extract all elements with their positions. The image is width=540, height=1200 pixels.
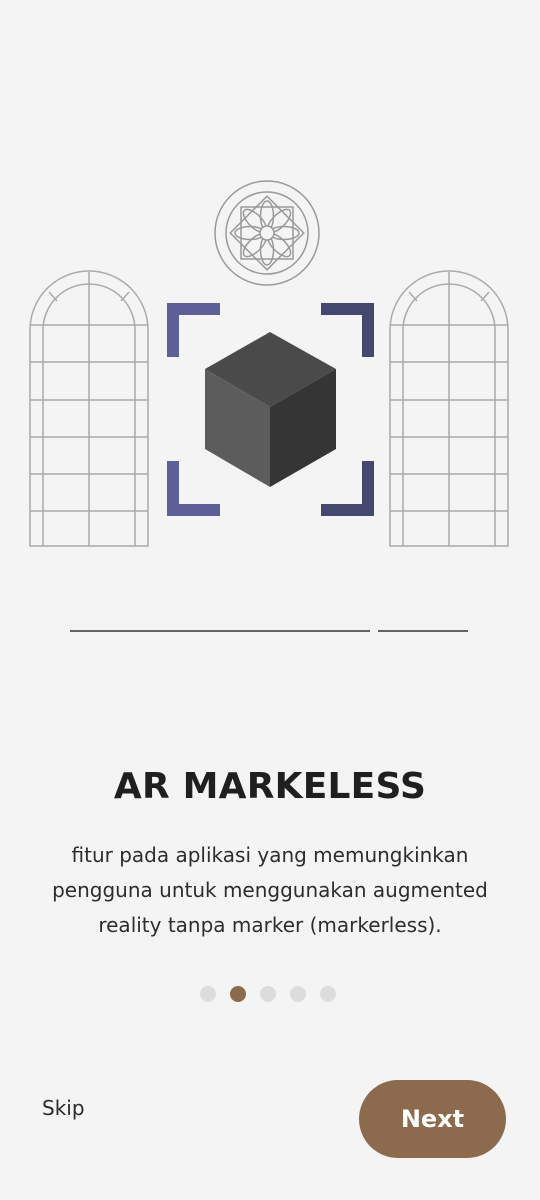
pagination-dot-3[interactable] xyxy=(260,986,276,1002)
pagination-dots xyxy=(200,986,336,1002)
pagination-dot-4[interactable] xyxy=(290,986,306,1002)
skip-button[interactable]: Skip xyxy=(42,1096,85,1120)
pagination-dot-2-active[interactable] xyxy=(230,986,246,1002)
arched-window-left-icon xyxy=(29,270,149,547)
onboarding-description: fitur pada aplikasi yang memungkinkan pe… xyxy=(52,843,488,937)
arched-window-right-icon xyxy=(389,270,509,547)
pagination-dot-1[interactable] xyxy=(200,986,216,1002)
pagination-dot-5[interactable] xyxy=(320,986,336,1002)
onboarding-title: AR MARKELESS xyxy=(113,766,427,807)
rosette-window-icon xyxy=(214,180,320,286)
ar-cube-icon xyxy=(205,332,336,487)
next-button[interactable]: Next xyxy=(359,1080,506,1158)
ar-illustration xyxy=(29,180,509,632)
